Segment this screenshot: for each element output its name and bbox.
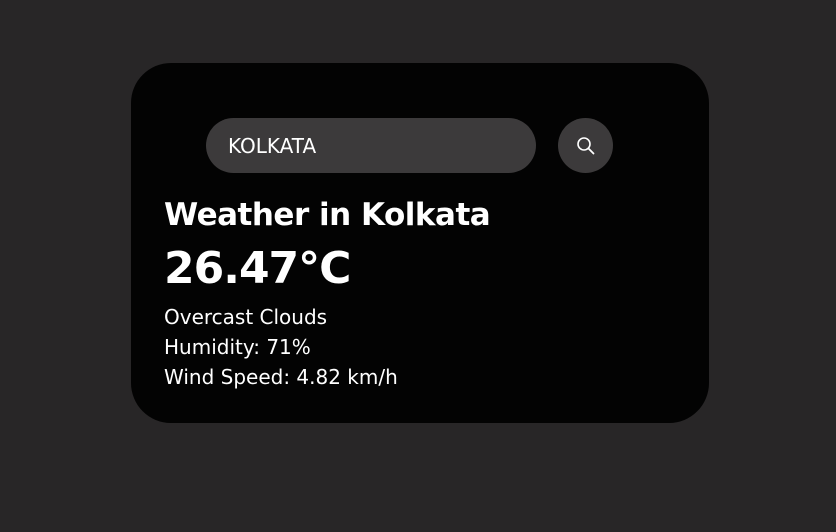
temperature-value: 26.47°C [164, 243, 351, 294]
weather-location-title: Weather in Kolkata [164, 197, 491, 233]
search-button[interactable] [558, 118, 613, 173]
search-icon [576, 136, 596, 156]
search-input[interactable] [206, 118, 536, 173]
wind-speed-value: Wind Speed: 4.82 km/h [164, 365, 398, 389]
humidity-value: Humidity: 71% [164, 335, 311, 359]
weather-card: Weather in Kolkata 26.47°C Overcast Clou… [131, 63, 709, 423]
weather-description: Overcast Clouds [164, 305, 328, 329]
